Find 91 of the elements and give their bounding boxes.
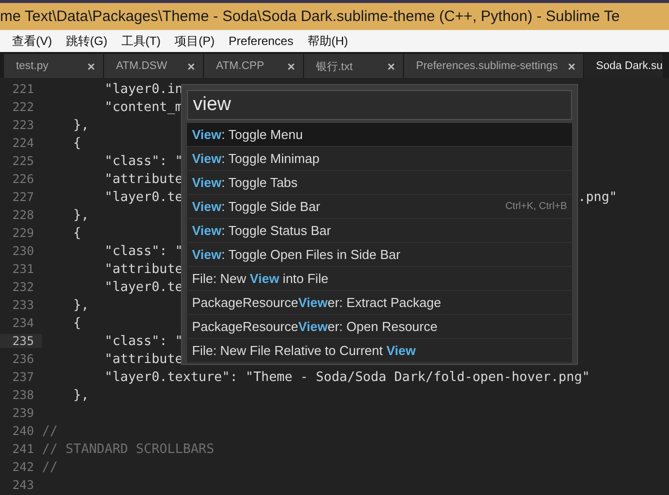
code-line: {: [72, 226, 82, 240]
command-item[interactable]: View: Toggle Side Bar Ctrl+K, Ctrl+B: [187, 195, 572, 219]
command-label: View: Toggle Menu: [192, 127, 303, 142]
line-number: 223: [11, 118, 35, 132]
line-number: 222: [11, 100, 35, 114]
close-icon[interactable]: ×: [187, 58, 195, 74]
tab-label: ATM.DSW: [116, 60, 168, 72]
command-item[interactable]: PackageResourceViewer: Extract Package: [187, 291, 572, 315]
command-label: View: Toggle Open Files in Side Bar: [192, 247, 400, 262]
line-number: 228: [11, 208, 35, 222]
code-line: "layer0.te: [104, 280, 183, 294]
close-icon[interactable]: ×: [287, 58, 295, 74]
command-label: PackageResourceViewer: Open Resource: [192, 319, 438, 334]
command-item[interactable]: View: Toggle Tabs: [187, 171, 572, 195]
tab-label: test.py: [16, 60, 48, 72]
command-label: File: New View into File: [192, 271, 328, 286]
line-number: 231: [11, 262, 35, 276]
line-number: 238: [11, 388, 35, 402]
line-number: 243: [11, 478, 35, 492]
command-label: View: Toggle Minimap: [192, 151, 320, 166]
command-label: View: Toggle Side Bar: [192, 199, 320, 214]
menu-item[interactable]: 查看(V): [6, 30, 58, 52]
command-item[interactable]: View: Toggle Menu: [187, 123, 572, 147]
code-line: {: [72, 316, 82, 330]
menu-item[interactable]: 跳转(G): [60, 30, 114, 52]
command-label: File: New File Relative to Current View: [192, 343, 416, 358]
code-line: "layer0.te: [104, 190, 183, 204]
code-line: },: [72, 388, 89, 402]
close-icon[interactable]: ×: [568, 58, 576, 74]
code-line: "class": ": [104, 334, 183, 348]
code-line: {: [72, 136, 82, 150]
code-comment: // STANDARD SCROLLBARS: [42, 442, 214, 456]
line-number: 224: [11, 136, 35, 150]
command-item[interactable]: File: New File Relative to Current View: [187, 339, 572, 363]
tab-label: ATM.CPP: [216, 60, 264, 72]
close-icon[interactable]: ×: [87, 58, 95, 74]
command-item[interactable]: File: New View into File: [187, 267, 572, 291]
file-tab[interactable]: ATM.CPP ×: [204, 54, 304, 78]
line-number: 232: [11, 280, 35, 294]
tab-label: Preferences.sublime-settings: [416, 60, 558, 72]
command-item[interactable]: View: Toggle Status Bar: [187, 219, 572, 243]
code-line: "attribute: [104, 352, 183, 366]
line-number: 230: [11, 244, 35, 258]
tab-label: Soda Dark.su: [596, 60, 663, 72]
file-tab[interactable]: Preferences.sublime-settings ×: [404, 54, 584, 78]
close-icon[interactable]: ×: [387, 58, 395, 74]
window-title: me Text\Data\Packages\Theme - Soda\Soda Dark.sublime-theme (C++, Python) - Sublime Te: [0, 8, 620, 25]
code-line: "layer0.in: [104, 82, 183, 96]
file-tab[interactable]: 银行.txt ×: [304, 54, 404, 78]
menu-item[interactable]: 项目(P): [168, 30, 221, 52]
menu-item[interactable]: Preferences: [222, 32, 300, 50]
code-line: "attribute: [104, 262, 183, 276]
code-line: "class": ": [104, 154, 183, 168]
code-line: "layer0.texture": "Theme - Soda/Soda Dark/fold-open-hover.png": [104, 370, 590, 384]
code-line: "content_m: [104, 100, 183, 114]
code-comment: //: [42, 460, 58, 474]
code-line: },: [72, 208, 89, 222]
line-number: 234: [11, 316, 35, 330]
shortcut-label: Ctrl+K, Ctrl+B: [505, 201, 567, 212]
command-item[interactable]: PackageResourceViewer: Open Resource: [187, 315, 572, 339]
line-number: 242: [11, 460, 35, 474]
line-number: 236: [11, 352, 35, 366]
line-number: 240: [11, 424, 35, 438]
command-label: View: Toggle Status Bar: [192, 223, 331, 238]
file-tab[interactable]: ATM.DSW ×: [104, 54, 204, 78]
code-line: },: [72, 118, 89, 132]
code-line: },: [72, 298, 89, 312]
code-line: .png": [578, 190, 618, 204]
line-number: 241: [11, 442, 35, 456]
line-number: 226: [11, 172, 35, 186]
line-number: 221: [11, 82, 35, 96]
menu-item[interactable]: 帮助(H): [301, 30, 354, 52]
search-field[interactable]: view: [187, 90, 572, 120]
command-item[interactable]: View: Toggle Open Files in Side Bar: [187, 243, 572, 267]
code-line: "class": ": [104, 244, 183, 258]
line-number: 225: [11, 154, 35, 168]
file-tab[interactable]: test.py ×: [4, 54, 104, 78]
line-number: 233: [11, 298, 35, 312]
line-number: 235: [0, 334, 42, 348]
menu-item[interactable]: 工具(T): [115, 30, 167, 52]
line-number: 237: [11, 370, 35, 384]
tab-label: 银行.txt: [316, 60, 353, 74]
command-label: PackageResourceViewer: Extract Package: [192, 295, 442, 310]
command-item[interactable]: View: Toggle Minimap: [187, 147, 572, 171]
line-number: 229: [11, 226, 35, 240]
line-number: 227: [11, 190, 35, 204]
file-tab[interactable]: Soda Dark.su: [584, 54, 664, 78]
command-label: View: Toggle Tabs: [192, 175, 298, 190]
line-number: 239: [11, 406, 35, 420]
code-line: "attribute: [104, 172, 183, 186]
code-comment: //: [42, 424, 58, 438]
